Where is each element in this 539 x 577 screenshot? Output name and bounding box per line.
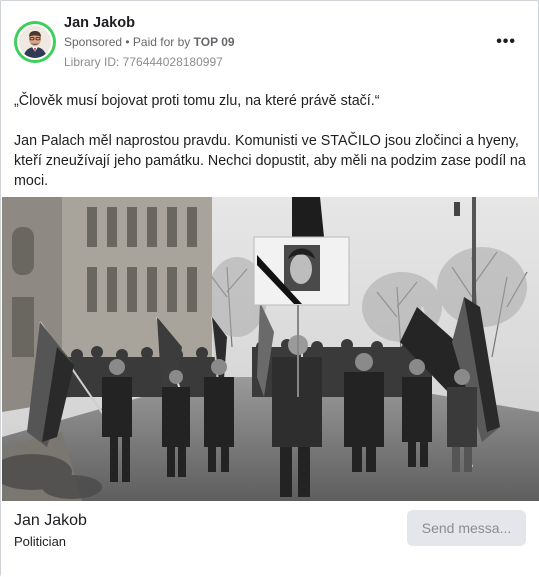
footer-page-name[interactable]: Jan Jakob [14, 512, 87, 530]
avatar-photo [17, 24, 53, 60]
ad-footer: Jan Jakob Politician Send messa... [1, 501, 539, 577]
avatar[interactable] [14, 21, 56, 63]
footer-category: Politician [14, 534, 67, 549]
sponsored-line: Sponsored • Paid for by TOP 09 [64, 35, 235, 49]
three-dots-icon[interactable]: ••• [496, 33, 516, 51]
send-message-button[interactable]: Send messa... [407, 510, 526, 546]
library-id: Library ID: 776444028180997 [64, 55, 223, 69]
ad-card: Jan Jakob Sponsored • Paid for by TOP 09… [0, 0, 539, 577]
historical-photo [2, 197, 539, 501]
ad-quote: „Člověk musí bojovat proti tomu zlu, na … [14, 93, 380, 109]
ad-image[interactable] [2, 197, 539, 501]
avatar-portrait-icon [19, 26, 51, 58]
ad-text: „Člověk musí bojovat proti tomu zlu, na … [14, 91, 526, 211]
paid-for-by: TOP 09 [193, 35, 235, 49]
ad-header: Jan Jakob Sponsored • Paid for by TOP 09… [14, 13, 524, 69]
ad-body: Jan Palach měl naprostou pravdu. Komunis… [14, 133, 526, 189]
paid-for-prefix: • Paid for by [122, 35, 194, 49]
advertiser-name[interactable]: Jan Jakob [64, 15, 135, 31]
sponsored-label: Sponsored [64, 35, 123, 49]
